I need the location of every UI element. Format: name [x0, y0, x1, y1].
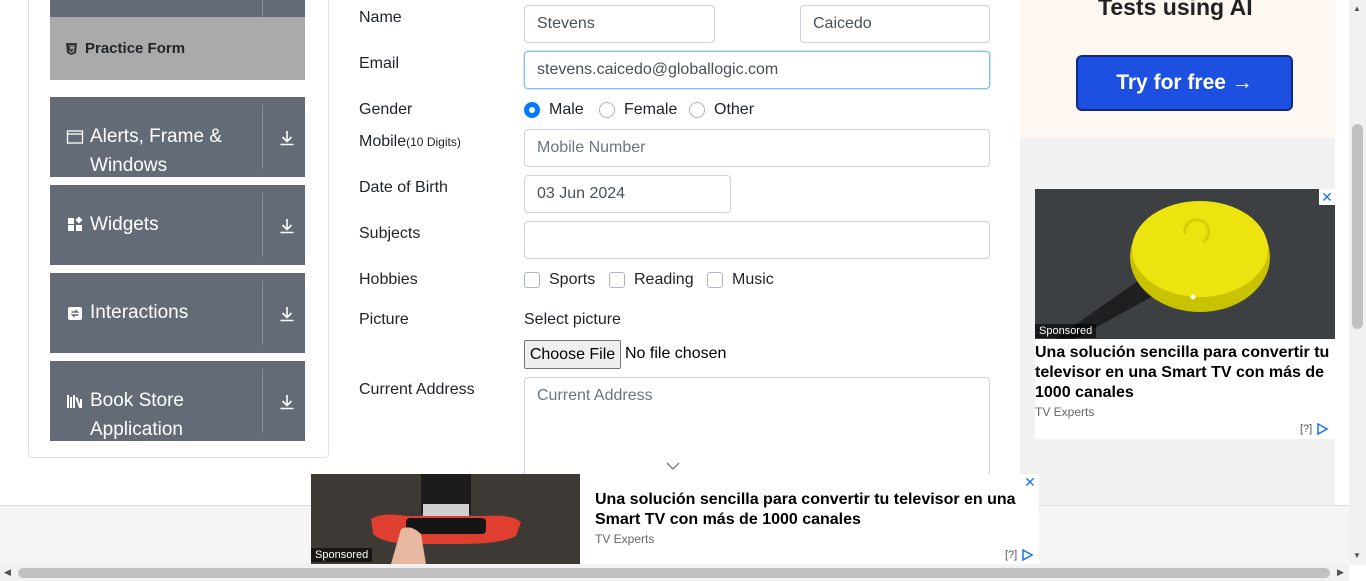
scroll-left-icon[interactable]: ◀	[4, 567, 11, 578]
sidebar-group-book-store[interactable]: Book Store Application	[50, 361, 305, 441]
scroll-up-icon[interactable]: ▲	[1353, 4, 1361, 13]
gender-radio-female[interactable]: Female	[599, 101, 677, 119]
scrollbar-thumb[interactable]	[1352, 124, 1363, 329]
close-icon[interactable]: ✕	[1022, 474, 1038, 490]
sponsored-label: Sponsored	[1035, 324, 1097, 338]
current-address-label: Current Address	[359, 381, 475, 398]
mobile-label-text: Mobile	[359, 133, 407, 150]
hobby-checkbox-music[interactable]: Music	[707, 271, 774, 289]
try-for-free-button[interactable]: Try for free →	[1076, 55, 1293, 111]
adchoices-icon	[1022, 549, 1034, 561]
sidebar-group-widgets[interactable]: Widgets	[50, 185, 305, 265]
subjects-input[interactable]	[524, 221, 990, 259]
choose-file-button[interactable]: Choose File	[524, 340, 621, 369]
dob-label: Date of Birth	[359, 179, 448, 196]
ad-heading: Tests using AI	[1098, 0, 1253, 20]
last-name-input[interactable]: Caicedo	[800, 5, 990, 43]
email-input[interactable]: stevens.caicedo@globallogic.com	[524, 51, 990, 89]
download-icon	[280, 395, 294, 410]
divider	[262, 105, 263, 169]
gender-option-label: Other	[714, 101, 755, 118]
ad-source[interactable]: TV Experts	[595, 532, 654, 546]
email-label: Email	[359, 55, 400, 72]
sidebar-group-forms[interactable]	[50, 0, 305, 17]
sidebar-item-label: Practice Form	[85, 40, 186, 57]
checkbox[interactable]	[524, 272, 540, 288]
ad-card[interactable]: Sponsored ✕ Una solución sencilla para c…	[1035, 189, 1335, 439]
radio-unselected[interactable]	[599, 102, 615, 118]
horizontal-scrollbar[interactable]: ◀ ▶	[0, 565, 1349, 581]
adchoices-icon	[1317, 423, 1329, 435]
sidebar-group-label: Book Store Application	[90, 390, 184, 440]
current-address-textarea[interactable]: Current Address	[524, 377, 990, 487]
adchoice-text: [?]	[1005, 549, 1018, 561]
window-icon	[66, 128, 84, 146]
hobby-label: Music	[732, 271, 774, 288]
mobile-hint: (10 Digits)	[406, 135, 461, 149]
html5-icon	[66, 42, 77, 55]
adchoices[interactable]: [?]	[1005, 549, 1034, 561]
gender-radio-other[interactable]: Other	[689, 101, 754, 119]
divider	[262, 0, 263, 17]
hobby-label: Reading	[634, 271, 694, 288]
no-file-text: No file chosen	[625, 345, 727, 362]
practice-form-page: Practice Form Alerts, Frame & Windows Wi…	[0, 0, 1366, 581]
checkbox[interactable]	[609, 272, 625, 288]
adchoice-text: [?]	[1300, 423, 1313, 435]
chevron-down-icon[interactable]	[666, 461, 680, 471]
download-icon	[280, 307, 294, 322]
ad-title[interactable]: Una solución sencilla para convertir tu …	[1035, 343, 1335, 403]
select-picture-label: Select picture	[524, 311, 621, 328]
sidebar-group-interactions[interactable]: Interactions	[50, 273, 305, 353]
sidebar-group-alerts-frame-windows[interactable]: Alerts, Frame & Windows	[50, 97, 305, 177]
sidebar-group-label: Interactions	[90, 302, 189, 323]
ad-title[interactable]: Una solución sencilla para convertir tu …	[595, 490, 1025, 530]
gender-option-label: Female	[624, 101, 678, 118]
mobile-input[interactable]: Mobile Number	[524, 129, 990, 167]
radio-selected[interactable]	[524, 102, 540, 118]
close-icon[interactable]: ✕	[1319, 189, 1335, 205]
checkbox[interactable]	[707, 272, 723, 288]
scroll-down-icon[interactable]: ▼	[1353, 551, 1361, 560]
vertical-scrollbar[interactable]: ▲ ▼	[1349, 0, 1366, 565]
ad-source[interactable]: TV Experts	[1035, 405, 1094, 419]
hobby-checkbox-reading[interactable]: Reading	[609, 271, 694, 289]
sidebar-group-label: Alerts, Frame & Windows	[90, 126, 222, 176]
ad-image[interactable]	[1035, 189, 1335, 339]
adchoices[interactable]: [?]	[1300, 423, 1329, 435]
hobby-checkbox-sports[interactable]: Sports	[524, 271, 595, 289]
download-icon	[280, 131, 294, 146]
picture-label: Picture	[359, 311, 409, 328]
ad-banner-bottom[interactable]: Sponsored ✕ Una solución sencilla para c…	[311, 474, 1039, 564]
book-icon	[66, 392, 84, 410]
name-label: Name	[359, 9, 402, 26]
hobbies-label: Hobbies	[359, 271, 418, 288]
divider	[262, 193, 263, 257]
widgets-icon	[66, 216, 84, 234]
divider	[262, 281, 263, 345]
mobile-label: Mobile(10 Digits)	[359, 133, 461, 151]
first-name-input[interactable]: Stevens	[524, 5, 715, 43]
gender-radio-male[interactable]: Male	[524, 101, 584, 119]
gender-label: Gender	[359, 101, 413, 118]
scrollbar-thumb[interactable]	[18, 568, 1330, 578]
sidebar-item-practice-form[interactable]: Practice Form	[50, 17, 305, 80]
gender-option-label: Male	[549, 101, 584, 118]
divider	[262, 369, 263, 433]
dob-input[interactable]: 03 Jun 2024	[524, 175, 731, 213]
scroll-right-icon[interactable]: ▶	[1337, 567, 1344, 578]
download-icon	[280, 219, 294, 234]
sponsored-label: Sponsored	[311, 548, 373, 562]
hobby-label: Sports	[549, 271, 596, 288]
interactions-icon	[66, 304, 84, 322]
subjects-label: Subjects	[359, 225, 421, 242]
radio-unselected[interactable]	[689, 102, 705, 118]
sidebar-group-label: Widgets	[90, 214, 159, 235]
